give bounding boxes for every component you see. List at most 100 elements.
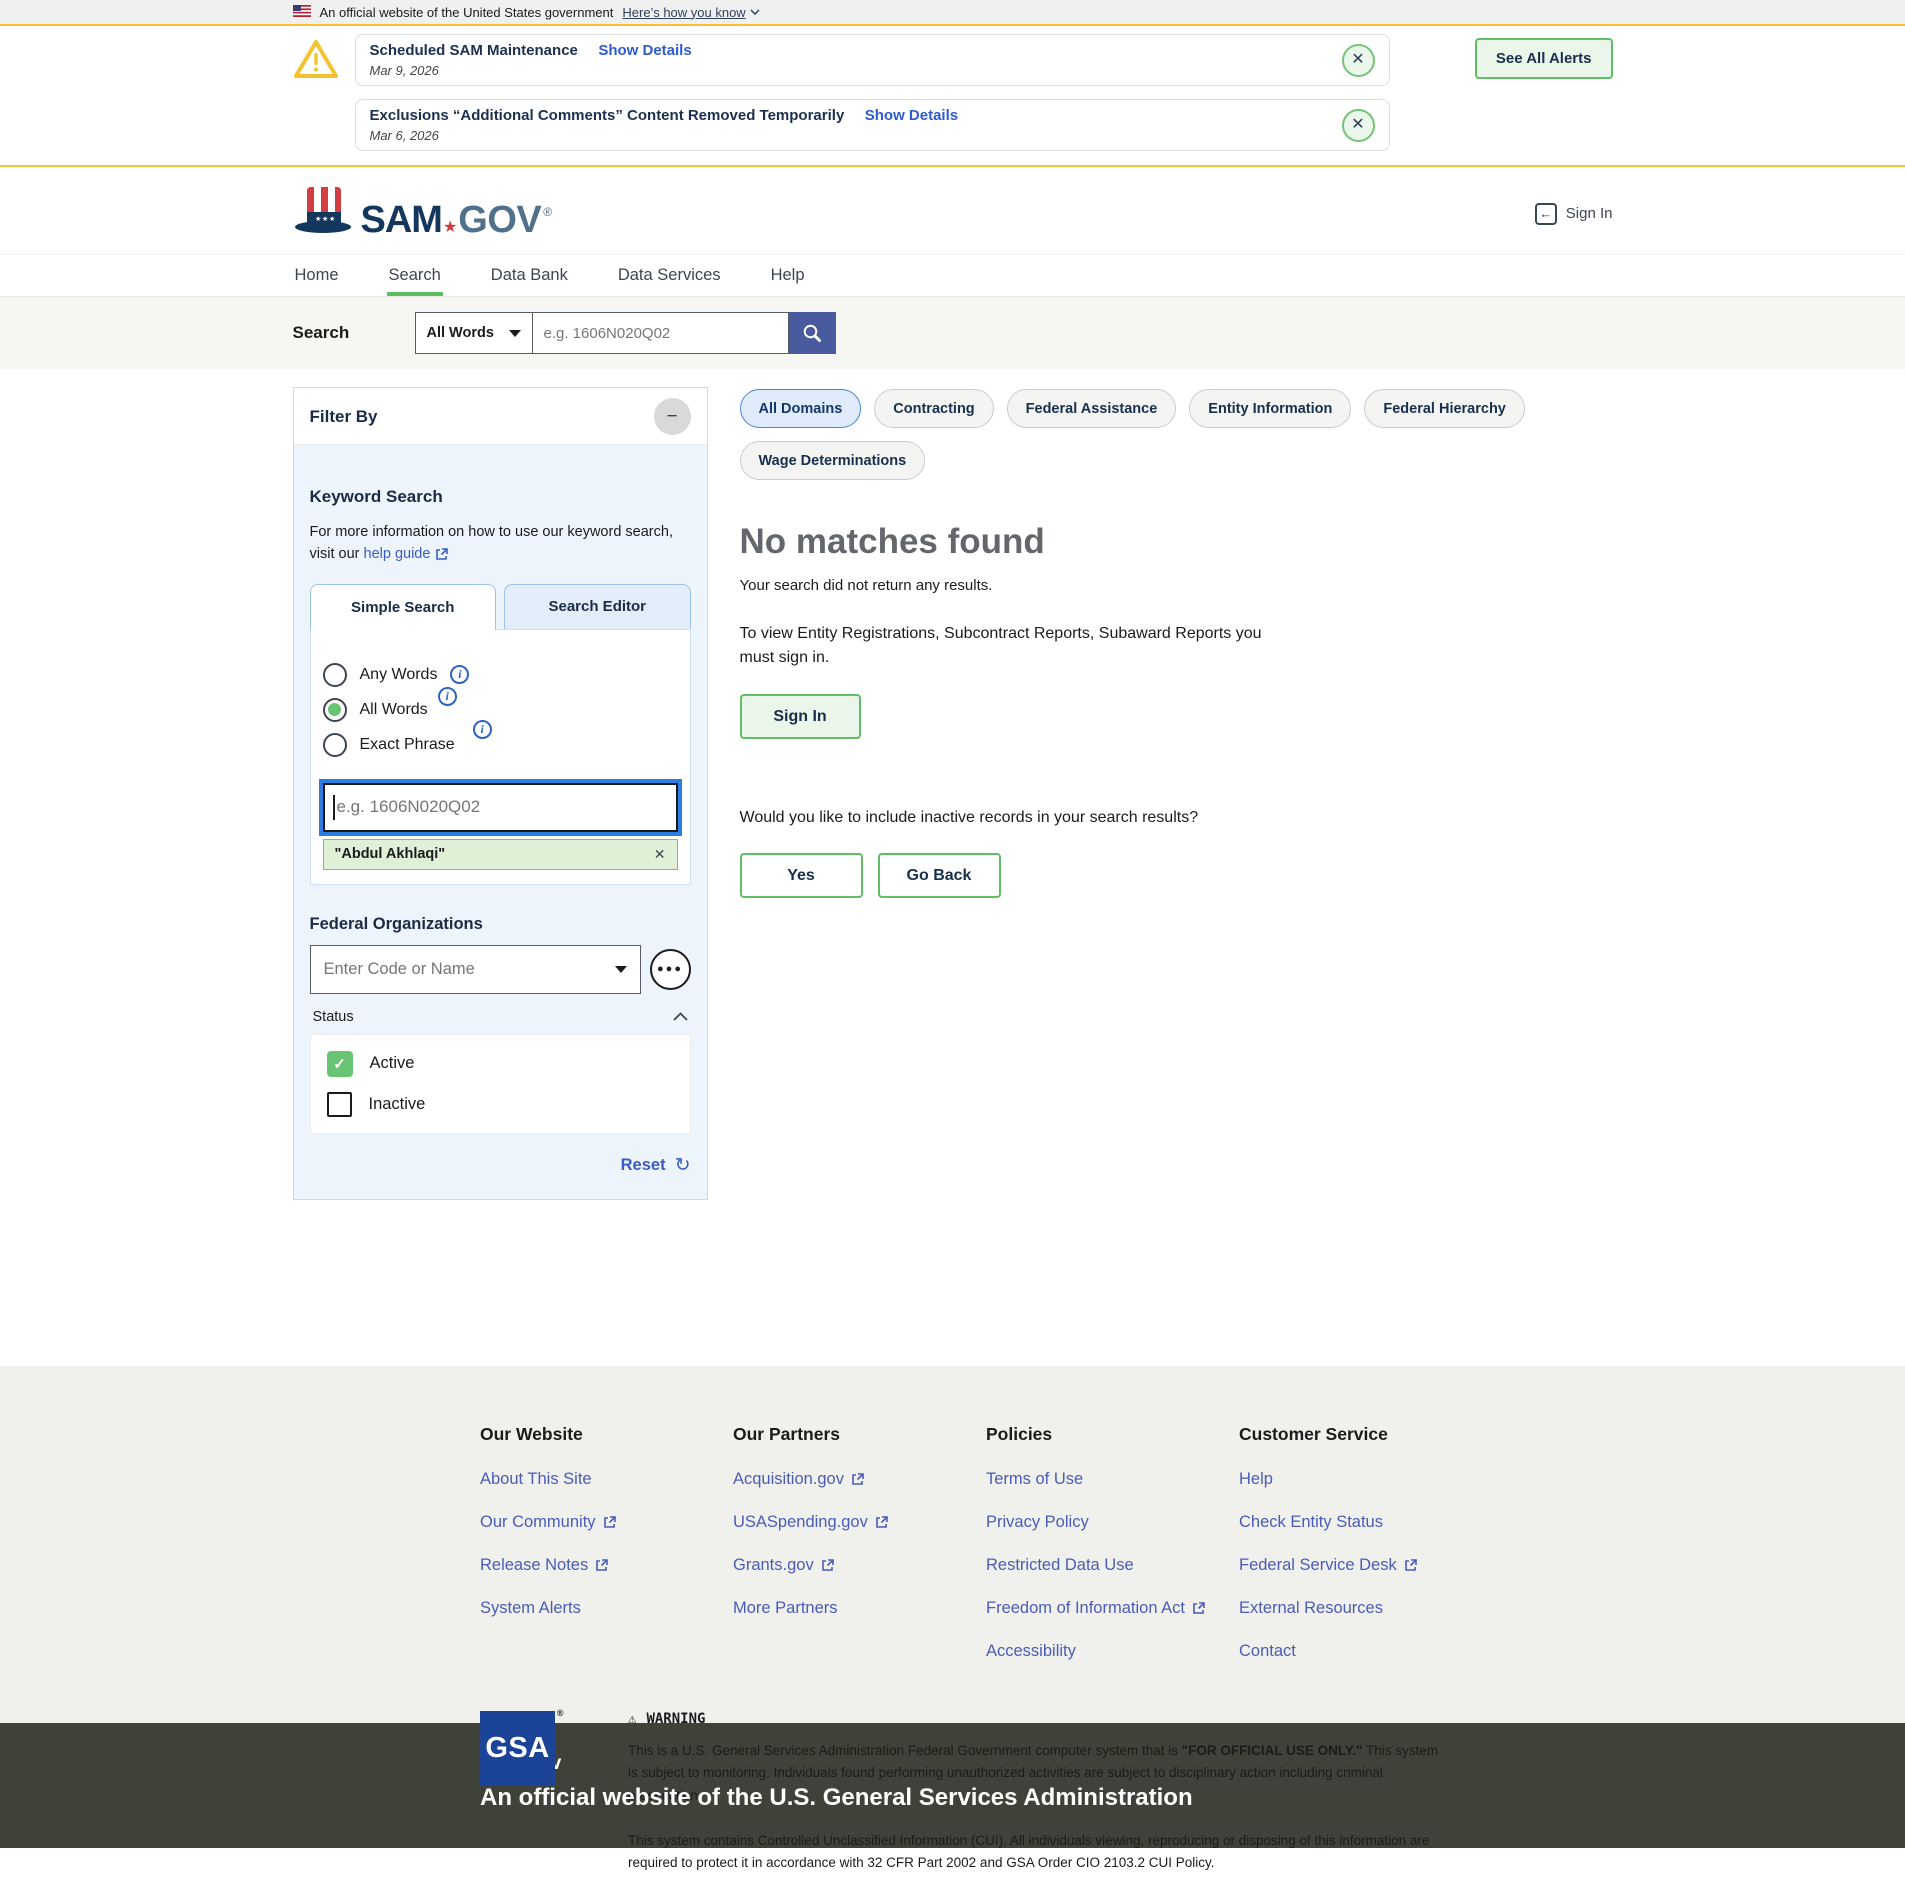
show-details-link[interactable]: Show Details [598, 42, 691, 59]
footer-link-grants-gov[interactable]: Grants.gov [733, 1556, 986, 1575]
keyword-tabs: Simple Search Search Editor [310, 584, 691, 630]
fed-org-more-button[interactable]: ●●● [650, 949, 691, 990]
site-header: ★★★ SAM ★ GOV ® ← Sign In [293, 167, 1613, 254]
fed-org-placeholder: Enter Code or Name [324, 960, 475, 979]
info-icon[interactable]: i [438, 687, 457, 706]
footer-link-accessibility[interactable]: Accessibility [986, 1642, 1239, 1661]
federal-organizations-select[interactable]: Enter Code or Name [310, 945, 641, 994]
heres-how-you-know-link[interactable]: Here’s how you know [622, 5, 759, 20]
pill-federal-assistance[interactable]: Federal Assistance [1007, 389, 1177, 428]
keyword-tag-label: "Abdul Akhlaqi" [335, 846, 446, 862]
alert-date: Mar 9, 2026 [370, 63, 692, 78]
reset-filters-link[interactable]: Reset [621, 1156, 666, 1175]
external-link-icon [851, 1473, 864, 1486]
go-back-button[interactable]: Go Back [878, 853, 1001, 898]
tab-simple-search[interactable]: Simple Search [310, 584, 497, 630]
sign-in-required-text: To view Entity Registrations, Subcontrac… [740, 622, 1265, 670]
footer-link-more-partners[interactable]: More Partners [733, 1599, 986, 1618]
status-option-active[interactable]: ✓ Active [327, 1051, 674, 1077]
sign-in-arrow-icon: ← [1535, 203, 1557, 225]
footer-col-our-website: Our Website About This Site Our Communit… [480, 1424, 733, 1685]
logo-sam-text: SAM [361, 199, 442, 242]
footer-link-system-alerts[interactable]: System Alerts [480, 1599, 733, 1618]
status-option-inactive[interactable]: Inactive [327, 1092, 674, 1117]
remove-tag-button[interactable]: ✕ [654, 846, 666, 863]
any-words-radio[interactable] [323, 663, 347, 687]
nav-item-data-bank[interactable]: Data Bank [489, 255, 570, 296]
sam-gov-logo[interactable]: ★★★ SAM ★ GOV ® [293, 185, 553, 242]
sign-in-label: Sign In [1566, 205, 1613, 222]
alert-close-button[interactable]: ✕ [1342, 109, 1375, 142]
footer-link-foia[interactable]: Freedom of Information Act [986, 1599, 1239, 1618]
warning-triangle-icon [293, 38, 339, 85]
pill-entity-information[interactable]: Entity Information [1189, 389, 1351, 428]
all-words-radio[interactable] [323, 698, 347, 722]
status-label: Status [313, 1009, 354, 1025]
all-words-label: All Words [360, 701, 428, 719]
chevron-up-icon[interactable] [673, 1012, 688, 1021]
help-guide-link[interactable]: help guide [364, 543, 449, 565]
radio-row-all-words[interactable]: All Words i [323, 698, 678, 722]
footer-link-terms-of-use[interactable]: Terms of Use [986, 1470, 1239, 1489]
footer-link-release-notes[interactable]: Release Notes [480, 1556, 733, 1575]
search-band-input[interactable] [533, 312, 789, 354]
pill-contracting[interactable]: Contracting [874, 389, 993, 428]
sign-in-button[interactable]: Sign In [740, 694, 861, 739]
collapse-filters-button[interactable]: − [654, 398, 691, 435]
no-matches-heading: No matches found [740, 522, 1613, 562]
footer-col-customer-service: Customer Service Help Check Entity Statu… [1239, 1424, 1492, 1685]
alert-title: Exclusions “Additional Comments” Content… [370, 107, 845, 124]
info-icon[interactable]: i [473, 720, 492, 739]
nav-item-search[interactable]: Search [387, 255, 443, 296]
gsa-logo: GSA ® [480, 1711, 555, 1786]
footer-col-heading: Our Partners [733, 1424, 986, 1445]
external-link-icon [875, 1516, 888, 1529]
external-link-icon [1404, 1559, 1417, 1572]
info-icon[interactable]: i [450, 665, 469, 684]
pill-wage-determinations[interactable]: Wage Determinations [740, 441, 926, 480]
pill-all-domains[interactable]: All Domains [740, 389, 862, 428]
gov-banner: An official website of the United States… [0, 0, 1905, 26]
help-guide-label: help guide [364, 543, 431, 565]
footer-link-restricted-data-use[interactable]: Restricted Data Use [986, 1556, 1239, 1575]
search-submit-button[interactable] [789, 312, 836, 354]
active-checkbox[interactable]: ✓ [327, 1051, 353, 1077]
footer-link-federal-service-desk[interactable]: Federal Service Desk [1239, 1556, 1492, 1575]
footer-link-help[interactable]: Help [1239, 1470, 1492, 1489]
search-mode-select[interactable]: All Words [415, 312, 533, 354]
inactive-checkbox[interactable] [327, 1092, 352, 1117]
nav-item-data-services[interactable]: Data Services [616, 255, 723, 296]
magnifier-icon [801, 322, 823, 344]
footer-link-acquisition-gov[interactable]: Acquisition.gov [733, 1470, 986, 1489]
footer-link-contact[interactable]: Contact [1239, 1642, 1492, 1661]
active-label: Active [370, 1054, 415, 1073]
footer-link-external-resources[interactable]: External Resources [1239, 1599, 1492, 1618]
tab-search-editor[interactable]: Search Editor [504, 584, 691, 630]
alert-close-button[interactable]: ✕ [1342, 44, 1375, 77]
status-options-box: ✓ Active Inactive [310, 1034, 691, 1134]
pill-federal-hierarchy[interactable]: Federal Hierarchy [1364, 389, 1525, 428]
yes-button[interactable]: Yes [740, 853, 863, 898]
header-sign-in-link[interactable]: ← Sign In [1535, 203, 1613, 225]
keyword-input[interactable] [323, 783, 678, 832]
footer-link-privacy-policy[interactable]: Privacy Policy [986, 1513, 1239, 1532]
footer-link-usaspending-gov[interactable]: USASpending.gov [733, 1513, 986, 1532]
see-all-alerts-button[interactable]: See All Alerts [1475, 38, 1613, 79]
footer-link-about-this-site[interactable]: About This Site [480, 1470, 733, 1489]
external-link-icon [603, 1516, 616, 1529]
radio-row-any-words[interactable]: Any Words i [323, 663, 678, 687]
warning-paragraph-2: This system contains Controlled Unclassi… [628, 1830, 1443, 1875]
footer-tagline: An official website of the U.S. General … [480, 1784, 1905, 1812]
nav-item-home[interactable]: Home [293, 255, 341, 296]
alert-list: Scheduled SAM Maintenance Show Details M… [355, 34, 1390, 151]
exact-phrase-label: Exact Phrase [360, 736, 455, 754]
footer-link-check-entity-status[interactable]: Check Entity Status [1239, 1513, 1492, 1532]
keyword-tag: "Abdul Akhlaqi" ✕ [323, 839, 678, 870]
show-details-link[interactable]: Show Details [865, 107, 958, 124]
footer-link-our-community[interactable]: Our Community [480, 1513, 733, 1532]
nav-item-help[interactable]: Help [769, 255, 807, 296]
exact-phrase-radio[interactable] [323, 733, 347, 757]
alert-exclusions: Exclusions “Additional Comments” Content… [355, 99, 1390, 151]
reset-refresh-icon[interactable]: ↻ [675, 1154, 691, 1177]
radio-row-exact-phrase[interactable]: Exact Phrase i [323, 733, 678, 757]
